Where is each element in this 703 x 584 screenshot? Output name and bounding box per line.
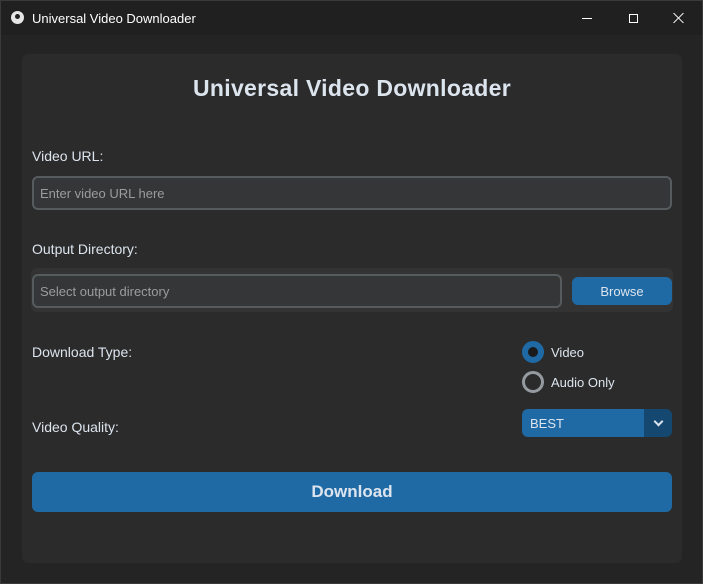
video-url-label: Video URL: [32,148,104,164]
browse-button[interactable]: Browse [572,277,672,305]
main-panel: Universal Video Downloader Video URL: Ou… [22,54,682,563]
minimize-button[interactable] [564,1,610,35]
close-icon [673,12,685,24]
radio-button-checked[interactable] [522,341,544,363]
video-quality-label: Video Quality: [32,419,119,435]
close-button[interactable] [656,1,702,35]
page-title: Universal Video Downloader [193,75,511,101]
window-title: Universal Video Downloader [32,11,196,26]
maximize-icon [628,13,638,23]
video-url-input[interactable] [32,176,672,210]
radio-button-unchecked[interactable] [522,371,544,393]
output-directory-input[interactable] [32,274,562,308]
radio-video[interactable]: Video [522,341,584,363]
minimize-icon [582,17,592,19]
video-quality-value[interactable]: BEST [522,409,644,437]
video-quality-dropdown[interactable]: BEST [522,409,672,437]
download-button[interactable]: Download [32,472,672,512]
title-bar[interactable]: Universal Video Downloader [1,1,702,35]
app-icon [11,11,24,24]
output-directory-label: Output Directory: [32,241,138,257]
radio-video-label: Video [551,344,585,360]
radio-audio-only[interactable]: Audio Only [522,371,615,393]
app-window: Universal Video Downloader Universal Vid… [0,0,703,584]
download-type-label: Download Type: [32,344,133,360]
maximize-button[interactable] [610,1,656,35]
chevron-down-icon [653,416,663,427]
dropdown-arrow-button[interactable] [644,409,672,437]
radio-audio-only-label: Audio Only [551,374,615,390]
